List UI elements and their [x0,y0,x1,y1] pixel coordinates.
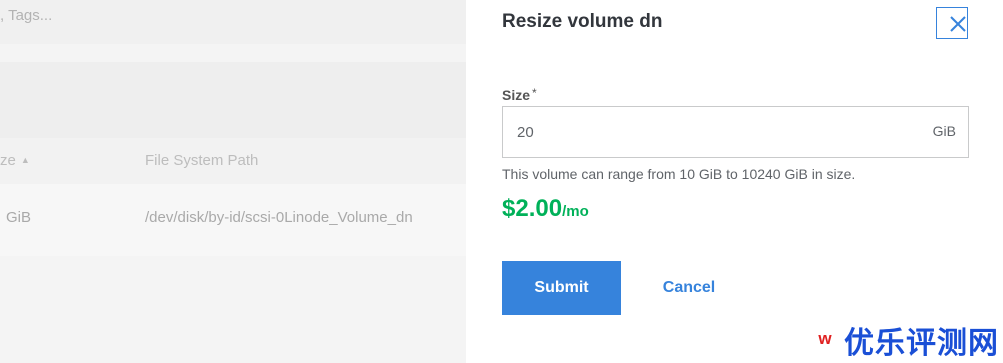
size-helper-text: This volume can range from 10 GiB to 102… [502,166,856,182]
cancel-button[interactable]: Cancel [641,261,737,315]
resize-volume-drawer: Resize volume dn Size* GiB This volume c… [466,0,1003,363]
background-panel [0,62,466,138]
search-placeholder: , Tags... [0,7,53,24]
close-icon [950,16,966,32]
submit-button[interactable]: Submit [502,261,621,315]
table-cell-size: GiB [6,209,32,226]
column-header-size-label: ze [0,152,16,169]
close-button[interactable] [936,7,968,39]
drawer-title: Resize volume dn [502,11,663,32]
watermark: w 优乐评测网 [810,318,1000,360]
price-amount: $2.00 [502,195,563,222]
size-label: Size * [502,86,537,103]
background-page: , Tags... ze ▲︎ File System Path GiB /dev… [0,0,466,363]
table-cell-path: /dev/disk/by-id/scsi-0Linode_Volume_dn [145,209,413,226]
price: $2.00/mo [502,195,589,223]
required-marker: * [532,86,537,100]
watermark-badge: w [817,329,832,348]
column-header-file-system-path: File System Path [145,152,259,169]
size-input[interactable] [503,107,917,157]
column-header-size[interactable]: ze ▲︎ [0,152,30,169]
watermark-text: 优乐评测网 [844,327,999,360]
search-bar[interactable]: , Tags... [0,0,466,44]
size-field: GiB [502,106,969,158]
size-label-text: Size [502,87,531,103]
watermark-logo: w [811,327,839,349]
size-unit: GiB [932,123,956,139]
price-period: /mo [562,203,589,220]
sort-icon[interactable]: ▲︎ [21,155,30,165]
page: , Tags... ze ▲︎ File System Path GiB /dev… [0,0,1003,363]
